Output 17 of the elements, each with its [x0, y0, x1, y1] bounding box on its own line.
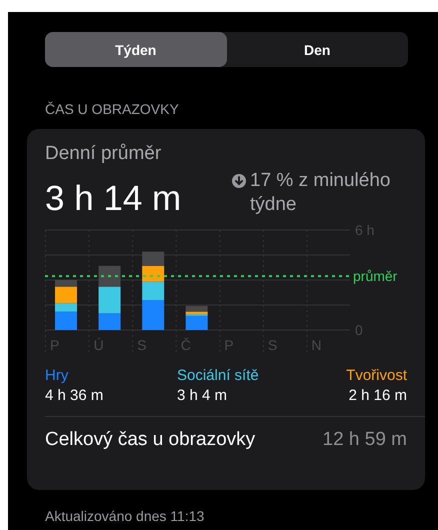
average-time: 3 h 14 m	[45, 179, 182, 219]
section-title: ČAS U OBRAZOVKY	[45, 101, 180, 117]
category-time: 2 h 16 m	[348, 387, 407, 404]
total-time: 12 h 59 m	[322, 429, 407, 451]
update-time: Aktualizováno dnes 11:13	[45, 508, 206, 524]
category-time: 3 h 4 m	[177, 387, 228, 404]
down-arrow-icon	[232, 174, 246, 188]
change-text: 17 % z minulého týdne	[250, 169, 392, 217]
category-label: Sociální sítě	[177, 367, 260, 384]
category-label: Hry	[45, 367, 70, 384]
average-label: průměr	[353, 268, 398, 284]
category-time: 4 h 36 m	[45, 387, 104, 404]
total-label: Celkový čas u obrazovky	[45, 429, 256, 451]
tab[interactable]: Týden	[45, 32, 226, 67]
card-title: Denní průměr	[45, 143, 162, 165]
tab[interactable]: Den	[226, 32, 408, 67]
category-label: Tvořivost	[346, 367, 407, 384]
